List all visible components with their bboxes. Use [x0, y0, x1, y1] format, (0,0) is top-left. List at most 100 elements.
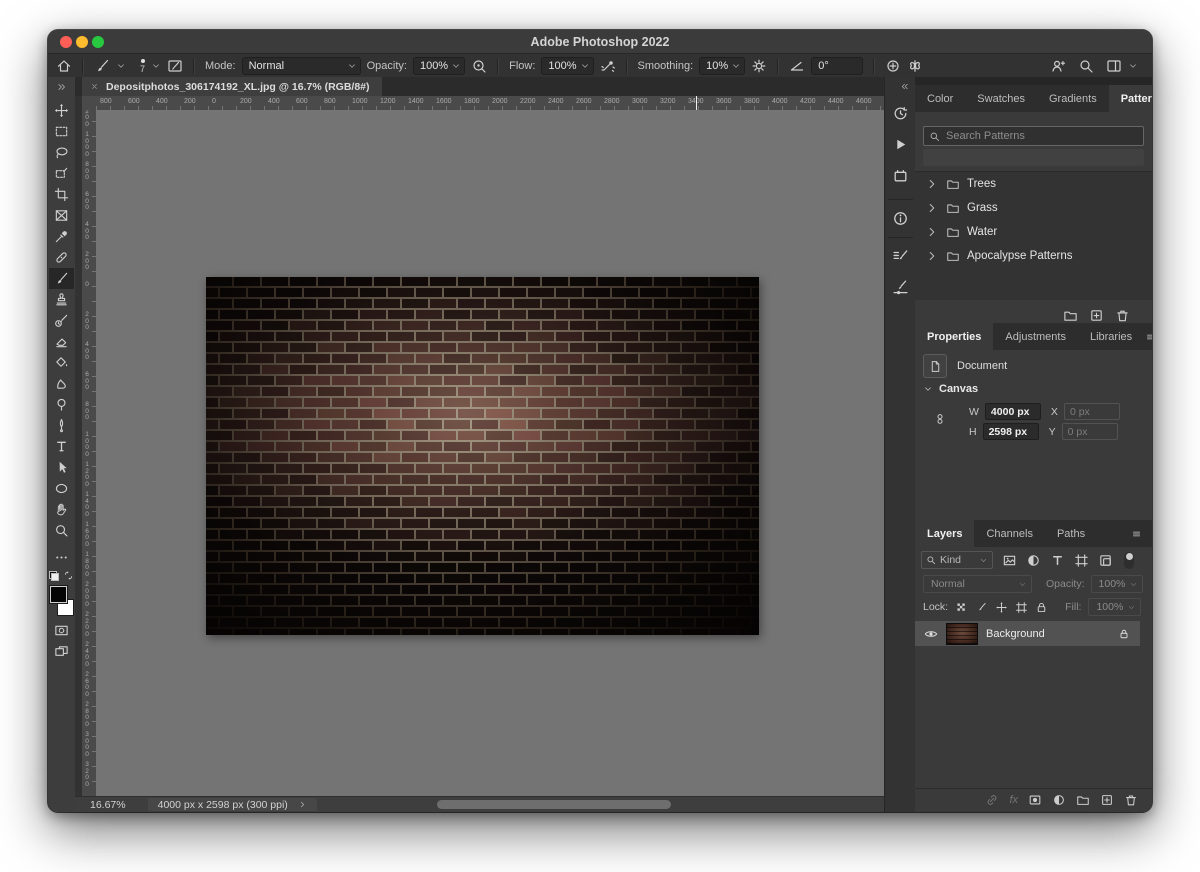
layer-visibility-eye-icon[interactable]: [924, 627, 938, 641]
info-panel-icon[interactable]: [892, 210, 909, 227]
tab-adjustments[interactable]: Adjustments: [993, 323, 1078, 350]
tab-paths[interactable]: Paths: [1045, 520, 1097, 547]
brush-settings-toggle-icon[interactable]: [167, 58, 183, 74]
eyedropper-tool[interactable]: [49, 226, 74, 247]
brush-preset-picker[interactable]: 7: [140, 59, 145, 73]
close-window-button[interactable]: [60, 36, 72, 48]
new-layer-icon[interactable]: [1100, 793, 1114, 807]
brush-picker-chevron-icon[interactable]: [151, 60, 161, 72]
zoom-window-button[interactable]: [92, 36, 104, 48]
smudge-tool[interactable]: [49, 373, 74, 394]
search-patterns-input[interactable]: [944, 129, 1138, 143]
link-dimensions-icon[interactable]: [933, 403, 947, 435]
pattern-group-grass[interactable]: Grass: [915, 196, 1152, 220]
new-adjustment-layer-icon[interactable]: [1052, 793, 1066, 807]
tab-swatches[interactable]: Swatches: [965, 85, 1037, 112]
height-input[interactable]: 2598 px: [983, 423, 1039, 440]
new-pattern-icon[interactable]: [1089, 308, 1104, 323]
layer-effects-icon[interactable]: fx: [1009, 793, 1018, 807]
canvas-viewport[interactable]: [96, 110, 884, 797]
x-input[interactable]: 0 px: [1064, 403, 1120, 420]
swap-colors-icon[interactable]: [63, 570, 74, 581]
smoothing-select[interactable]: 10%: [699, 57, 745, 75]
filter-type-icon[interactable]: [1050, 553, 1065, 568]
panel-menu-icon[interactable]: [1130, 529, 1143, 539]
link-layers-icon[interactable]: [985, 793, 999, 807]
pattern-group-trees[interactable]: Trees: [915, 172, 1152, 196]
filter-artboard-icon[interactable]: [1074, 553, 1089, 568]
collapse-panels-icon[interactable]: [898, 82, 911, 91]
hand-tool[interactable]: [49, 499, 74, 520]
path-selection-tool[interactable]: [49, 457, 74, 478]
lock-artboard-icon[interactable]: [1015, 601, 1028, 614]
filter-adjustment-icon[interactable]: [1026, 553, 1041, 568]
frame-tool[interactable]: [49, 205, 74, 226]
new-group-icon[interactable]: [1076, 793, 1090, 807]
new-group-folder-icon[interactable]: [1063, 308, 1078, 323]
healing-brush-tool[interactable]: [49, 247, 74, 268]
zoom-percentage[interactable]: 16.67%: [90, 799, 126, 811]
actions-panel-icon[interactable]: [892, 136, 909, 153]
tab-libraries[interactable]: Libraries: [1078, 323, 1144, 350]
canvas-section-header[interactable]: Canvas: [923, 383, 978, 395]
pen-tool[interactable]: [49, 415, 74, 436]
tool-preset-chevron-icon[interactable]: [116, 60, 126, 72]
lock-paint-icon[interactable]: [975, 601, 988, 614]
marquee-tool[interactable]: [49, 121, 74, 142]
layer-row-background[interactable]: Background: [915, 621, 1140, 646]
layer-name[interactable]: Background: [986, 628, 1045, 640]
add-layer-mask-icon[interactable]: [1028, 793, 1042, 807]
history-panel-icon[interactable]: [892, 105, 909, 122]
canvas-image-brick-wall[interactable]: [206, 277, 759, 635]
layer-filter-kind-select[interactable]: Kind: [921, 551, 993, 569]
layer-filtering-toggle[interactable]: [1124, 552, 1134, 569]
blend-mode-select[interactable]: Normal: [242, 57, 361, 75]
object-selection-tool[interactable]: [49, 163, 74, 184]
tab-gradients[interactable]: Gradients: [1037, 85, 1109, 112]
eraser-tool[interactable]: [49, 331, 74, 352]
filter-image-icon[interactable]: [1002, 553, 1017, 568]
lock-all-icon[interactable]: [1035, 601, 1048, 614]
expand-toolbar-icon[interactable]: [55, 82, 69, 92]
pressure-opacity-icon[interactable]: [471, 58, 487, 74]
smoothing-gear-icon[interactable]: [751, 58, 767, 74]
layer-locked-icon[interactable]: [1118, 628, 1130, 640]
workspace-chevron-icon[interactable]: [1128, 60, 1138, 72]
type-tool[interactable]: [49, 436, 74, 457]
share-user-icon[interactable]: [1050, 58, 1066, 74]
brushes-panel-icon[interactable]: [892, 279, 909, 296]
layer-comps-panel-icon[interactable]: [892, 167, 909, 184]
tab-channels[interactable]: Channels: [974, 520, 1044, 547]
paint-bucket-tool[interactable]: [49, 352, 74, 373]
pattern-group-water[interactable]: Water: [915, 220, 1152, 244]
pattern-group-apocalypse-patterns[interactable]: Apocalypse Patterns: [915, 244, 1152, 268]
history-brush-tool[interactable]: [49, 310, 74, 331]
edit-toolbar-button[interactable]: [49, 547, 74, 568]
paint-symmetry-icon[interactable]: [907, 58, 923, 74]
screen-mode-button[interactable]: [49, 641, 74, 662]
panel-menu-icon[interactable]: [1144, 332, 1152, 342]
minimize-window-button[interactable]: [76, 36, 88, 48]
layer-thumbnail[interactable]: [946, 623, 978, 645]
width-input[interactable]: 4000 px: [985, 403, 1041, 420]
opacity-select[interactable]: 100%: [413, 57, 465, 75]
foreground-color-swatch[interactable]: [50, 586, 67, 603]
workspace-switcher-icon[interactable]: [1106, 58, 1122, 74]
search-icon[interactable]: [1078, 58, 1094, 74]
document-tab[interactable]: Depositphotos_306174192_XL.jpg @ 16.7% (…: [82, 77, 382, 96]
pressure-size-icon[interactable]: [885, 58, 901, 74]
clone-stamp-tool[interactable]: [49, 289, 74, 310]
filter-smart-object-icon[interactable]: [1098, 553, 1113, 568]
tab-color[interactable]: Color: [915, 85, 965, 112]
move-tool[interactable]: [49, 100, 74, 121]
airbrush-icon[interactable]: [600, 58, 616, 74]
layer-opacity-select[interactable]: 100%: [1091, 575, 1144, 593]
y-input[interactable]: 0 px: [1062, 423, 1118, 440]
brush-settings-panel-icon[interactable]: [892, 248, 909, 265]
zoom-tool[interactable]: [49, 520, 74, 541]
tab-layers[interactable]: Layers: [915, 520, 974, 547]
layer-fill-select[interactable]: 100%: [1088, 598, 1141, 616]
dodge-tool[interactable]: [49, 394, 74, 415]
shape-ellipse-tool[interactable]: [49, 478, 74, 499]
quick-mask-button[interactable]: [49, 620, 74, 641]
